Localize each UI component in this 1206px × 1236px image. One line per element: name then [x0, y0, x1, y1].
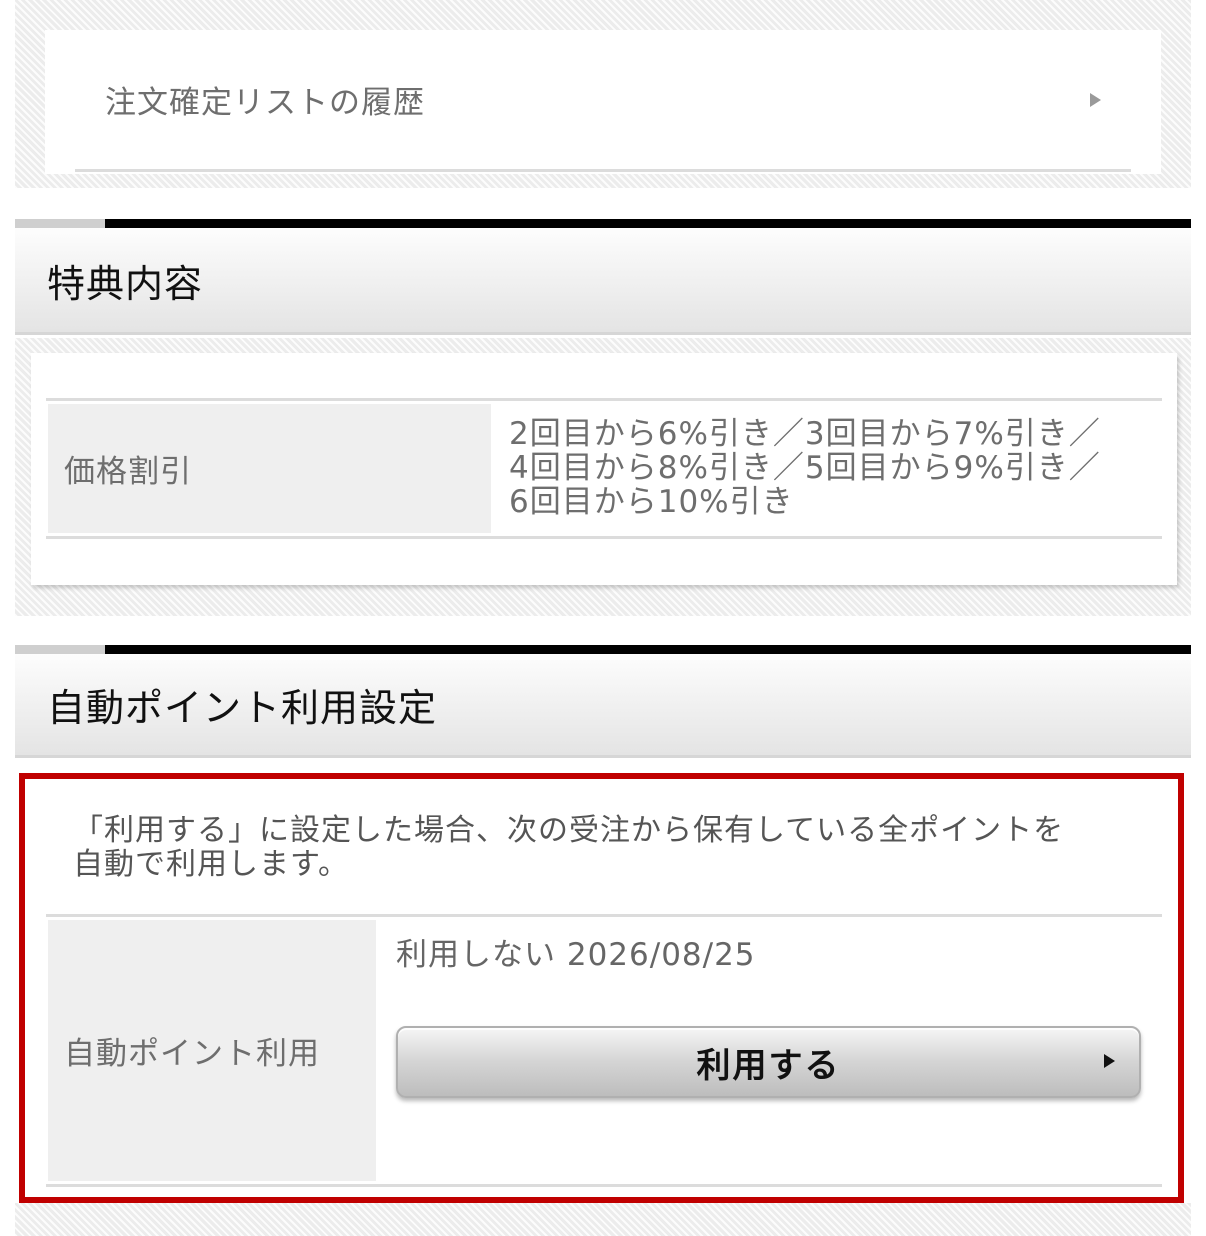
enable-auto-point-button-label: 利用する — [696, 1045, 841, 1086]
auto-point-section-title: 自動ポイント利用設定 — [47, 686, 438, 730]
auto-point-label: 自動ポイント利用 — [48, 920, 376, 1181]
auto-point-section-header: 自動ポイント利用設定 — [15, 654, 1191, 758]
benefit-card: 価格割引 2回目から6%引き／3回目から7%引き／ 4回目から8%引き／5回目か… — [31, 353, 1177, 585]
auto-point-value: 利用しない 2026/08/25 利用する — [376, 917, 1162, 1184]
history-card: 注文確定リストの履歴 — [45, 30, 1161, 174]
discount-line: 6回目から10%引き — [509, 484, 794, 520]
auto-point-highlight-box: 「利用する」に設定した場合、次の受注から保有している全ポイントを 自動で利用しま… — [19, 773, 1184, 1203]
auto-point-table: 自動ポイント利用 利用しない 2026/08/25 利用する — [46, 914, 1162, 1187]
bottom-area — [15, 1203, 1191, 1236]
description-line: 「利用する」に設定した場合、次の受注から保有している全ポイントを — [73, 813, 1065, 848]
section-divider-bar — [15, 645, 1191, 654]
chevron-right-icon — [1090, 92, 1101, 107]
section-divider-bar — [15, 219, 1191, 228]
description-line: 自動で利用します。 — [73, 847, 349, 882]
price-discount-label: 価格割引 — [48, 404, 491, 533]
price-discount-value: 2回目から6%引き／3回目から7%引き／ 4回目から8%引き／5回目から9%引き… — [491, 401, 1162, 536]
discount-line: 2回目から6%引き／3回目から7%引き／ — [509, 416, 1101, 452]
discount-line: 4回目から8%引き／5回目から9%引き／ — [509, 450, 1101, 486]
order-history-label: 注文確定リストの履歴 — [105, 85, 425, 121]
benefit-section-title: 特典内容 — [47, 261, 204, 306]
auto-point-description: 「利用する」に設定した場合、次の受注から保有している全ポイントを 自動で利用しま… — [73, 814, 1133, 882]
benefit-section-header: 特典内容 — [15, 228, 1191, 335]
enable-auto-point-button[interactable]: 利用する — [396, 1026, 1141, 1098]
play-arrow-icon — [1104, 1054, 1115, 1068]
section-bar-accent — [15, 645, 105, 654]
order-history-link[interactable]: 注文確定リストの履歴 — [75, 60, 1131, 172]
auto-point-status: 利用しない 2026/08/25 — [396, 937, 756, 973]
benefit-table: 価格割引 2回目から6%引き／3回目から7%引き／ 4回目から8%引き／5回目か… — [46, 398, 1162, 539]
section-bar-accent — [15, 219, 105, 228]
